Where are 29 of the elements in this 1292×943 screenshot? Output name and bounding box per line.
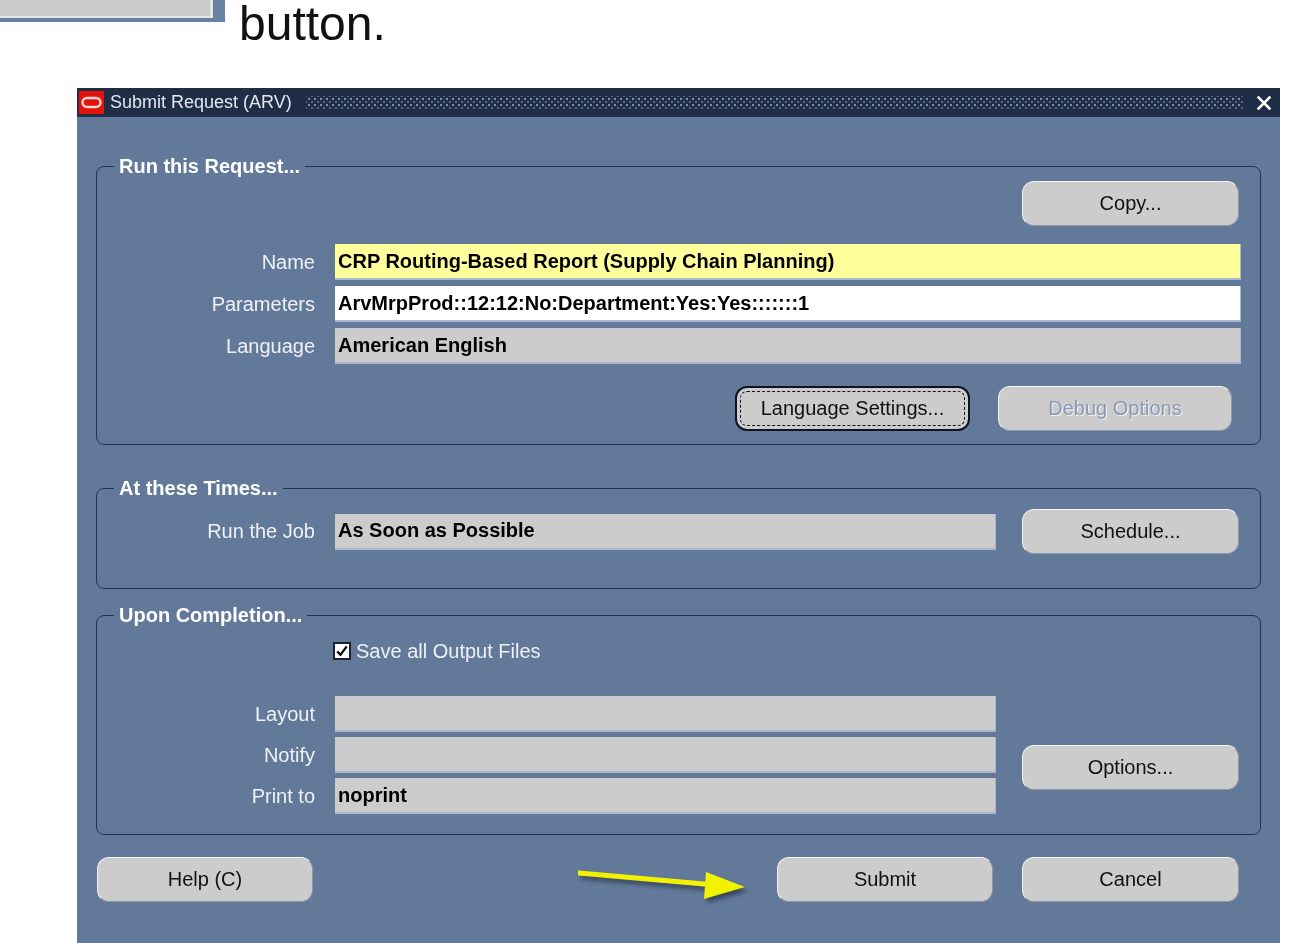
input-field[interactable]: noprint bbox=[335, 778, 996, 814]
cancel-button[interactable]: Cancel bbox=[1022, 857, 1239, 902]
schedule-button[interactable]: Schedule... bbox=[1022, 509, 1239, 554]
pointer-arrow-icon bbox=[578, 869, 746, 900]
input-field[interactable]: American English bbox=[335, 328, 1241, 364]
help-button[interactable]: Help (C) bbox=[97, 857, 313, 902]
field-label: Notify bbox=[263, 743, 315, 767]
field-label: Language bbox=[226, 334, 315, 358]
check-icon bbox=[336, 645, 348, 657]
language-settings-button[interactable]: Language Settings... bbox=[735, 386, 970, 431]
field-label: Print to bbox=[251, 784, 315, 808]
caption-text: button. bbox=[239, 0, 386, 48]
input-field[interactable]: CRP Routing-Based Report (Supply Chain Planning) bbox=[335, 244, 1241, 280]
input-field[interactable]: As Soon as Possible bbox=[335, 513, 996, 550]
field-label: Name bbox=[261, 250, 315, 274]
close-icon[interactable] bbox=[1257, 95, 1271, 110]
input-field[interactable] bbox=[335, 737, 996, 773]
field-label: Parameters bbox=[211, 292, 315, 316]
options-button[interactable]: Options... bbox=[1022, 745, 1239, 790]
submit-button[interactable]: Submit bbox=[777, 857, 993, 902]
field-label: Layout bbox=[254, 702, 315, 726]
checkbox-label[interactable]: Save all Output Files bbox=[356, 639, 541, 663]
copy-button[interactable]: Copy... bbox=[1022, 181, 1239, 226]
field-label: Run the Job bbox=[207, 520, 315, 543]
checkbox[interactable] bbox=[333, 642, 351, 660]
input-field[interactable] bbox=[335, 696, 996, 732]
input-field[interactable]: ArvMrpProd::12:12:No:Department:Yes:Yes:::::::1 bbox=[335, 286, 1241, 322]
oval-logo-icon bbox=[79, 91, 104, 114]
window-title: Submit Request (ARV) bbox=[110, 92, 292, 113]
